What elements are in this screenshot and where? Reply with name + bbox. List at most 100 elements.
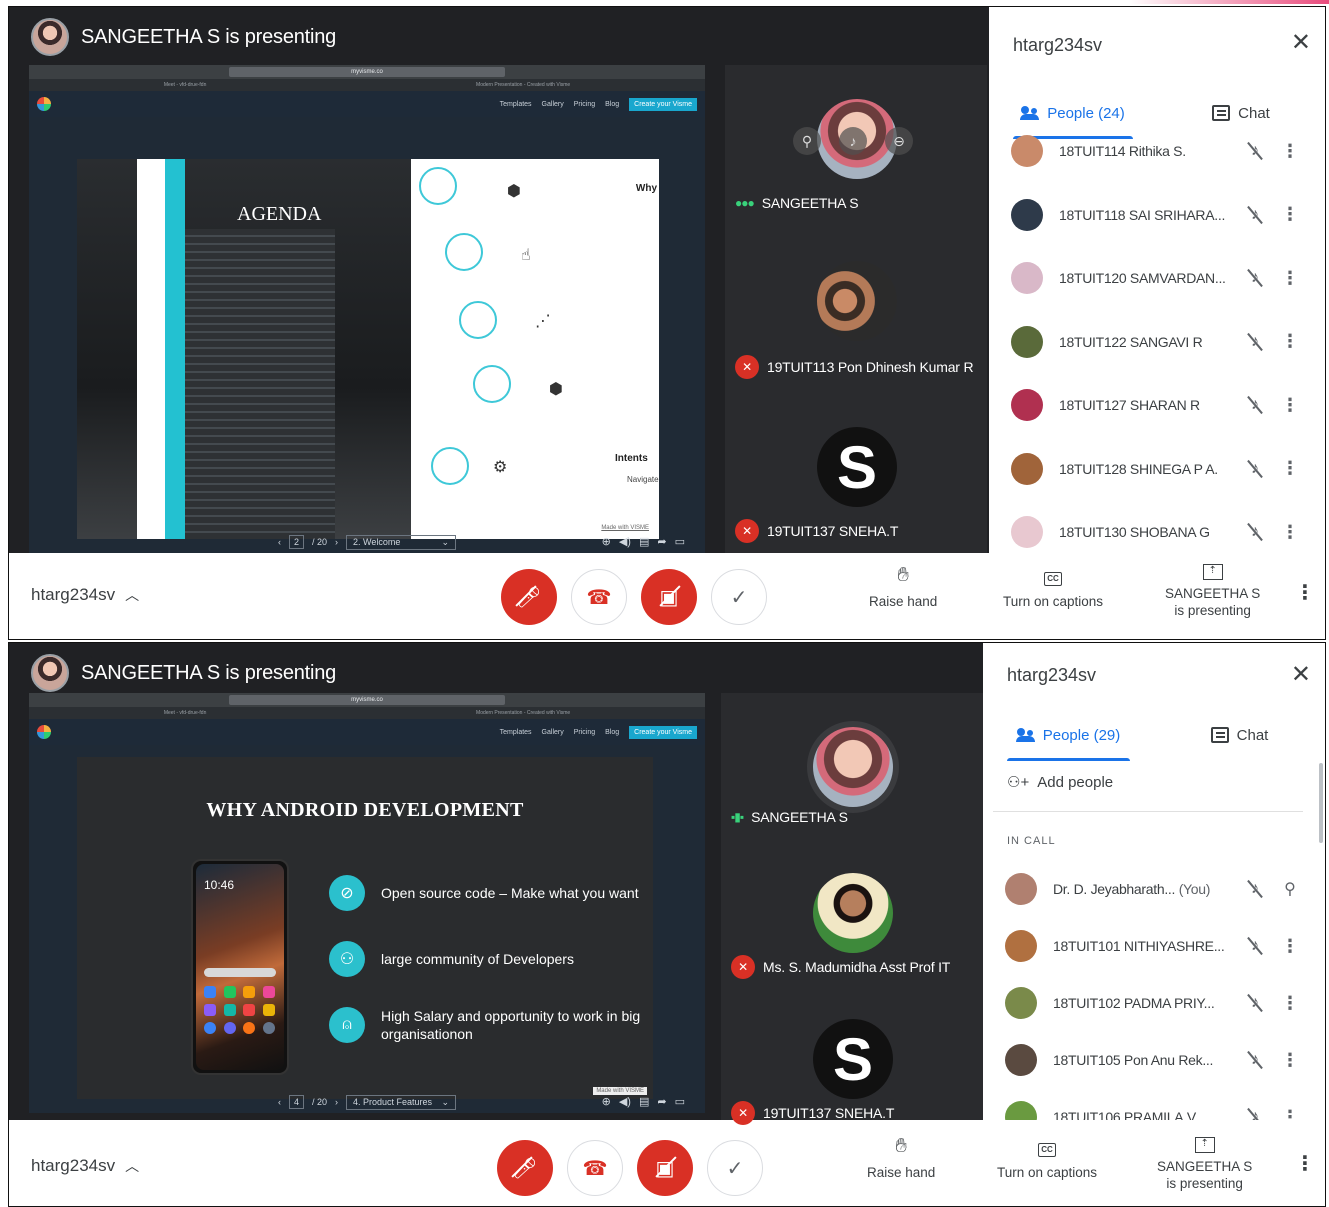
participant-row[interactable]: 18TUIT106 PRAMILA.V ♪ ⋮ <box>1005 1097 1305 1120</box>
mic-toggle-button[interactable]: 🎤︎ <box>501 569 557 625</box>
mic-toggle-button[interactable]: 🎤︎ <box>497 1140 553 1196</box>
chat-icon <box>1212 105 1231 121</box>
presenter-banner: SANGEETHA S is presenting <box>81 25 337 48</box>
more-options-icon[interactable]: ⋮ <box>1275 1050 1305 1071</box>
more-options-icon[interactable]: ⋮ <box>1275 458 1305 479</box>
shared-screen: myvisme.co Meet - vfd-drue-fdn Modern Pr… <box>29 65 705 553</box>
participant-row[interactable]: 18TUIT128 SHINEGA P A. ♪ ⋮ <box>1011 449 1305 489</box>
panel-scrollbar[interactable] <box>1319 763 1323 843</box>
attendance-button[interactable]: ✓ <box>711 569 767 625</box>
browser-url: myvisme.co <box>229 695 505 705</box>
more-options-icon[interactable]: ⋮ <box>1275 395 1305 416</box>
camera-toggle-button[interactable]: ▣ <box>637 1140 693 1196</box>
app-icon <box>243 1004 255 1016</box>
tab-chat-label: Chat <box>1236 726 1269 744</box>
more-options-icon[interactable]: ⋮ <box>1275 141 1305 162</box>
presenting-button[interactable]: ⇡ SANGEETHA S is presenting <box>1157 1132 1252 1192</box>
bullet-text: Open source code – Make what you want <box>381 885 639 901</box>
speaking-indicator-icon: ▪▮▪ <box>731 810 744 824</box>
tab-chat[interactable]: Chat <box>1157 93 1325 133</box>
more-options-icon[interactable]: ⋮ <box>1275 522 1305 543</box>
participant-you-tag: (You) <box>1178 881 1211 897</box>
share-icon[interactable]: ➦ <box>657 1095 666 1108</box>
pin-icon[interactable]: ⚲ <box>1275 879 1305 899</box>
next-slide-icon[interactable]: › <box>335 537 338 547</box>
participant-row[interactable]: 18TUIT130 SHOBANA G ♪ ⋮ <box>1011 512 1305 552</box>
more-options-icon[interactable]: ⋮ <box>1295 1154 1315 1174</box>
presenting-button[interactable]: ⇡ SANGEETHA S is presenting <box>1165 559 1260 619</box>
close-icon[interactable]: ✕ <box>1291 663 1311 687</box>
presenter-avatar <box>31 654 69 692</box>
app-icon <box>204 1004 216 1016</box>
add-people-button[interactable]: ⚇+ Add people <box>1007 773 1113 792</box>
more-options-icon[interactable]: ⋮ <box>1275 1107 1305 1121</box>
panel-title: htarg234sv <box>1007 665 1097 685</box>
captions-button[interactable]: CC Turn on captions <box>1003 567 1103 610</box>
notes-icon[interactable]: ▤ <box>639 535 649 548</box>
raise-hand-button[interactable]: ✋︎ Raise hand <box>867 1136 935 1181</box>
tile-name: ●●● SANGEETHA S <box>735 195 859 211</box>
more-options-icon[interactable]: ⋮ <box>1275 268 1305 289</box>
participant-row[interactable]: 18TUIT127 SHARAN R ♪ ⋮ <box>1011 385 1305 425</box>
volume-icon[interactable]: ◀) <box>619 535 631 548</box>
captions-button[interactable]: CC Turn on captions <box>997 1138 1097 1181</box>
browser-tab: Modern Presentation - Created with Visme <box>476 82 571 88</box>
presenter-banner: SANGEETHA S is presenting <box>81 661 337 684</box>
participant-row[interactable]: 18TUIT105 Pon Anu Rek... ♪ ⋮ <box>1005 1040 1305 1080</box>
section-select[interactable]: 2. Welcome ⌄ <box>346 534 457 550</box>
phone-image: 10:46 <box>191 859 289 1075</box>
mic-off-icon: ♪ <box>1235 937 1275 955</box>
participant-row[interactable]: Dr. D. Jeyabharath... (You) ♪ ⚲ <box>1005 869 1305 909</box>
presenting-label-2: is presenting <box>1166 1176 1243 1191</box>
hang-up-icon: ☎︎ <box>582 1157 608 1180</box>
close-icon[interactable]: ✕ <box>1291 31 1311 55</box>
more-options-icon[interactable]: ⋮ <box>1275 331 1305 352</box>
share-icon[interactable]: ➦ <box>657 535 666 548</box>
participant-row[interactable]: 18TUIT102 PADMA PRIY... ♪ ⋮ <box>1005 983 1305 1023</box>
tab-people[interactable]: People (29) <box>983 715 1154 761</box>
zoom-icon[interactable]: ⊕ <box>602 1095 611 1108</box>
tab-chat[interactable]: Chat <box>1154 715 1325 755</box>
more-options-icon[interactable]: ⋮ <box>1275 204 1305 225</box>
leave-call-button[interactable]: ☎︎ <box>571 569 627 625</box>
prev-slide-icon[interactable]: ‹ <box>278 537 281 547</box>
attendance-button[interactable]: ✓ <box>707 1140 763 1196</box>
more-options-icon[interactable]: ⋮ <box>1275 993 1305 1014</box>
page-number[interactable]: 4 <box>288 1095 304 1109</box>
participant-row[interactable]: 18TUIT101 NITHIYASHRE... ♪ ⋮ <box>1005 926 1305 966</box>
more-options-icon[interactable]: ⋮ <box>1275 936 1305 957</box>
leave-call-button[interactable]: ☎︎ <box>567 1140 623 1196</box>
participant-avatar <box>1011 262 1043 294</box>
prev-slide-icon[interactable]: ‹ <box>278 1097 281 1107</box>
slide-agenda-panel: AGENDA <box>77 159 411 539</box>
fullscreen-icon[interactable]: ▭ <box>675 535 685 548</box>
volume-icon[interactable]: ◀) <box>619 1095 631 1108</box>
fullscreen-icon[interactable]: ▭ <box>675 1095 685 1108</box>
participant-row[interactable]: 18TUIT114 Rithika S. ♪ ⋮ <box>1011 131 1305 171</box>
app-icon <box>204 986 216 998</box>
camera-toggle-button[interactable]: ▣ <box>641 569 697 625</box>
participant-name: 18TUIT127 SHARAN R <box>1059 397 1200 413</box>
meeting-details-button[interactable]: htarg234sv ︿ <box>31 1156 139 1176</box>
participant-avatar <box>1011 452 1043 485</box>
network-icon: ⋰ <box>535 313 551 330</box>
slide-bullet: ⍝ High Salary and opportunity to work in… <box>329 1007 651 1043</box>
page-number[interactable]: 2 <box>288 535 304 549</box>
raise-hand-button[interactable]: ✋︎ Raise hand <box>869 565 937 610</box>
zoom-icon[interactable]: ⊕ <box>602 535 611 548</box>
tab-people[interactable]: People (24) <box>989 93 1157 139</box>
more-options-icon[interactable]: ⋮ <box>1295 583 1315 603</box>
app-icon <box>223 1004 236 1016</box>
participant-row[interactable]: 18TUIT122 SANGAVI R ♪ ⋮ <box>1011 322 1305 362</box>
section-select[interactable]: 4. Product Features ⌄ <box>346 1094 457 1110</box>
topic-ring <box>419 167 457 205</box>
mic-icon[interactable]: ♪ <box>839 127 867 155</box>
next-slide-icon[interactable]: › <box>335 1097 338 1107</box>
remove-icon[interactable]: ⊖ <box>885 127 913 155</box>
participant-row[interactable]: 18TUIT118 SAI SRIHARA... ♪ ⋮ <box>1011 195 1305 235</box>
notes-icon[interactable]: ▤ <box>639 1095 649 1108</box>
participant-row[interactable]: 18TUIT120 SAMVARDAN... ♪ ⋮ <box>1011 258 1305 298</box>
meeting-details-button[interactable]: htarg234sv ︿ <box>31 585 139 605</box>
tile-name: ✕ 19TUIT137 SNEHA.T <box>735 519 898 543</box>
pin-icon[interactable]: ⚲ <box>793 127 821 155</box>
